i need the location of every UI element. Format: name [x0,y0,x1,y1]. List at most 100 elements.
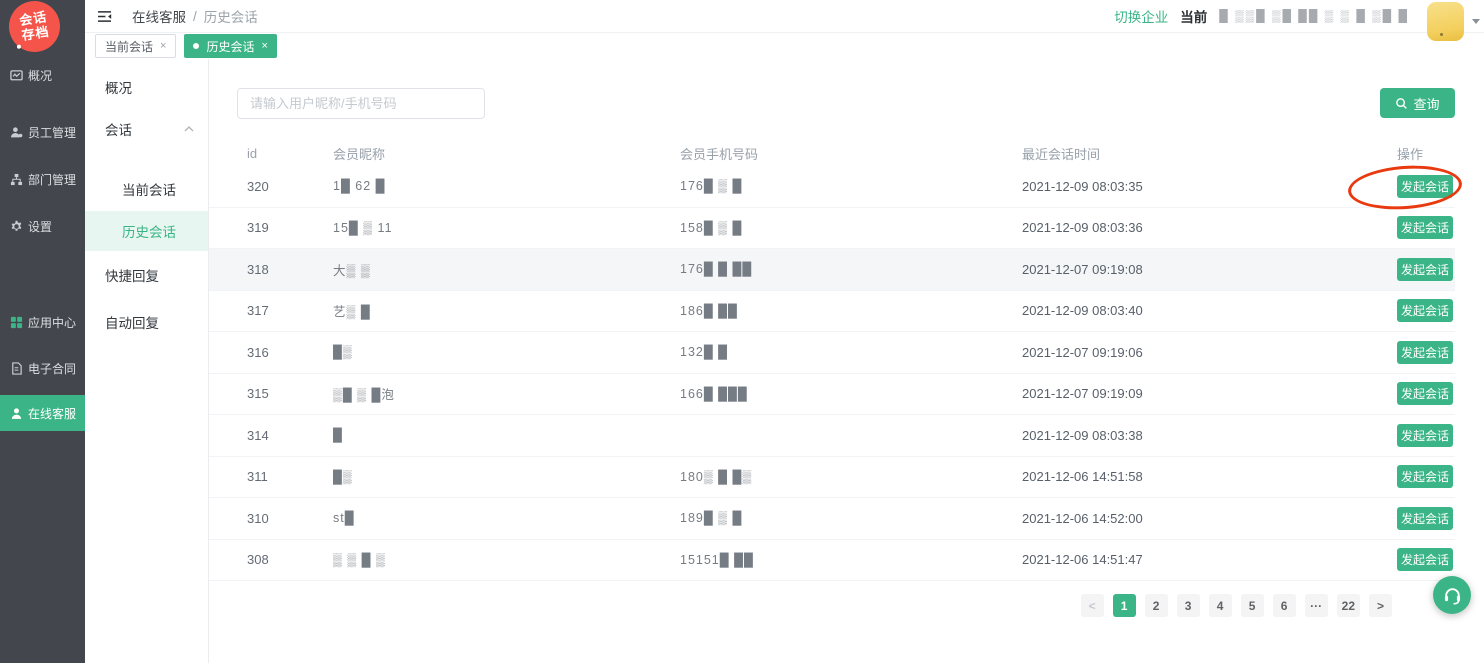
table-row: 317 艺▒ █ 186█ ██ 2021-12-09 08:03:40 发起会… [209,291,1455,333]
submenu-item-current-sessions[interactable]: 当前会话 [85,169,208,209]
breadcrumb: 在线客服 / 历史会话 [132,6,258,26]
sidebar-item-label: 概况 [28,67,52,84]
sidebar-item-label: 员工管理 [28,124,76,141]
start-session-button[interactable]: 发起会话 [1397,258,1453,281]
cell-id: 319 [247,220,333,235]
caret-down-icon[interactable] [1472,19,1480,24]
close-icon[interactable]: × [160,41,166,52]
cell-id: 314 [247,428,333,443]
start-session-button[interactable]: 发起会话 [1397,548,1453,571]
sidebar-item-e-contract[interactable]: 电子合同 [0,350,85,386]
sidebar-item-staff[interactable]: 员工管理 [0,114,85,150]
table-row: 320 1█ 62 █ 176█ ▒ █ 2021-12-09 08:03:35… [209,166,1455,208]
start-session-button[interactable]: 发起会话 [1397,424,1453,447]
overview-icon [9,68,23,82]
start-session-button[interactable]: 发起会话 [1397,299,1453,322]
page-button[interactable]: 4 [1209,594,1232,617]
close-icon[interactable]: × [261,41,267,52]
page-button[interactable]: 1 [1113,594,1136,617]
cell-time: 2021-12-06 14:51:58 [1022,469,1397,484]
page-button[interactable]: < [1081,594,1104,617]
table-row: 316 █▒ 132█ █ 2021-12-07 09:19:06 发起会话 [209,332,1455,374]
top-header: 在线客服 / 历史会话 切换企业 当前 █ ▒▒█ ▒█ ██ ▒ ▒ █ ▒█… [85,0,1484,33]
contract-icon [9,361,23,375]
breadcrumb-separator: / [193,9,197,24]
menu-fold-icon[interactable] [97,10,112,23]
table-header: id 会员昵称 会员手机号码 最近会话时间 操作 [209,140,1455,166]
sidebar-item-label: 在线客服 [28,405,76,422]
cell-time: 2021-12-07 09:19:08 [1022,262,1397,277]
start-session-button[interactable]: 发起会话 [1397,216,1453,239]
sidebar-item-label: 设置 [28,218,52,235]
cell-time: 2021-12-09 08:03:40 [1022,303,1397,318]
start-session-button[interactable]: 发起会话 [1397,382,1453,405]
table-row: 319 15█ ▒ 11 158█ ▒ █ 2021-12-09 08:03:3… [209,208,1455,250]
page-button[interactable]: 3 [1177,594,1200,617]
page-button[interactable]: ··· [1305,594,1328,617]
start-session-button[interactable]: 发起会话 [1397,341,1453,364]
page-button[interactable]: 22 [1337,594,1360,617]
primary-sidebar: 概况 员工管理 部门管理 设置 应用中心 电子合同 在线客服 [0,0,85,663]
submenu-item-auto-replies[interactable]: 自动回复 [85,302,208,342]
cell-nickname: 大▒ ▒ [333,260,680,279]
col-nickname: 会员昵称 [333,144,680,163]
table-row: 315 ▒█ ▒ █泡 166█ ███ 2021-12-07 09:19:09… [209,374,1455,416]
cell-id: 308 [247,552,333,567]
col-action: 操作 [1397,144,1455,163]
sidebar-item-app-center[interactable]: 应用中心 [0,304,85,340]
sidebar-item-settings[interactable]: 设置 [0,208,85,244]
sidebar-item-label: 应用中心 [28,314,76,331]
sidebar-item-online-service[interactable]: 在线客服 [0,395,85,431]
table-row: 314 █ 2021-12-09 08:03:38 发起会话 [209,415,1455,457]
cell-id: 310 [247,511,333,526]
current-company-redacted: █ ▒▒█ ▒█ ██ ▒ ▒ █ ▒█ █ [1219,9,1409,23]
page-button[interactable]: 6 [1273,594,1296,617]
cell-id: 318 [247,262,333,277]
search-input[interactable] [237,88,485,119]
cell-nickname: 1█ 62 █ [333,179,680,193]
submenu-item-quick-replies[interactable]: 快捷回复 [85,255,208,295]
col-time: 最近会话时间 [1022,144,1397,163]
cell-nickname: █▒ [333,470,680,484]
avatar[interactable] [1427,2,1464,41]
search-icon [1395,97,1408,110]
submenu-item-sessions[interactable]: 会话 [85,109,208,149]
cell-phone: 186█ ██ [680,304,1022,318]
department-icon [9,172,23,186]
switch-company-link[interactable]: 切换企业 [1114,6,1168,26]
cell-phone: 166█ ███ [680,387,1022,401]
cell-nickname: ▒ ▒ █ ▒ [333,553,680,567]
sidebar-item-overview[interactable]: 概况 [0,57,85,93]
start-session-button[interactable]: 发起会话 [1397,507,1453,530]
cell-nickname: █▒ [333,345,680,359]
cell-nickname: ▒█ ▒ █泡 [333,384,680,403]
tab-history-sessions[interactable]: 历史会话 × [184,34,276,58]
cell-phone: 158█ ▒ █ [680,221,1022,235]
customer-service-icon [9,406,23,420]
start-session-button[interactable]: 发起会话 [1397,175,1453,198]
cell-time: 2021-12-07 09:19:09 [1022,386,1397,401]
cell-time: 2021-12-06 14:51:47 [1022,552,1397,567]
table-row: 310 st█ 189█ ▒ █ 2021-12-06 14:52:00 发起会… [209,498,1455,540]
page-button[interactable]: > [1369,594,1392,617]
chevron-up-icon [184,126,194,132]
sidebar-item-department[interactable]: 部门管理 [0,161,85,197]
cell-id: 315 [247,386,333,401]
start-session-button[interactable]: 发起会话 [1397,465,1453,488]
query-button[interactable]: 查询 [1380,88,1455,118]
submenu-item-overview[interactable]: 概况 [85,67,208,107]
cell-id: 317 [247,303,333,318]
cell-id: 316 [247,345,333,360]
active-dot [193,43,199,49]
cell-time: 2021-12-06 14:52:00 [1022,511,1397,526]
table-row: 311 █▒ 180▒ █ █▒ 2021-12-06 14:51:58 发起会… [209,457,1455,499]
table-body: 320 1█ 62 █ 176█ ▒ █ 2021-12-09 08:03:35… [209,166,1455,581]
submenu-item-history-sessions[interactable]: 历史会话 [85,211,208,251]
support-float-button[interactable] [1433,576,1471,614]
page-button[interactable]: 2 [1145,594,1168,617]
page-button[interactable]: 5 [1241,594,1264,617]
pagination: <123456 ··· 22 > [1081,594,1392,617]
sidebar-item-label: 部门管理 [28,171,76,188]
tab-current-sessions[interactable]: 当前会话 × [95,34,176,58]
breadcrumb-root[interactable]: 在线客服 [132,6,186,26]
